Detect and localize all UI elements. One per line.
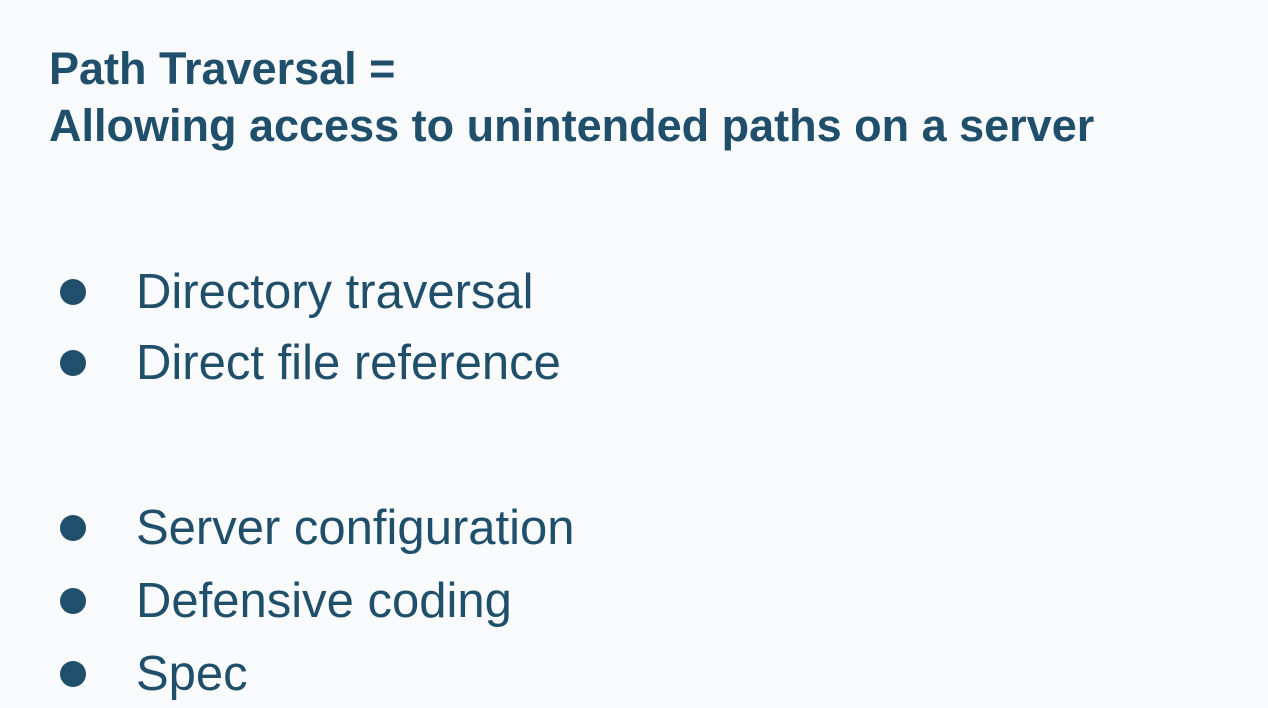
slide: Path Traversal = Allowing access to unin… bbox=[0, 0, 1268, 708]
bullet-text: Spec bbox=[136, 647, 248, 701]
bullet-text: Direct file reference bbox=[136, 336, 561, 390]
title-line-2: Allowing access to unintended paths on a… bbox=[49, 100, 1095, 151]
bullet-dot-icon bbox=[60, 350, 86, 376]
bullet-dot-icon bbox=[60, 661, 86, 687]
bullet-dot-icon bbox=[60, 588, 86, 614]
bullet-text: Directory traversal bbox=[136, 265, 534, 319]
bullet-dot-icon bbox=[60, 279, 86, 305]
title-line-1: Path Traversal = bbox=[49, 43, 396, 94]
bullet-text: Server configuration bbox=[136, 501, 575, 555]
bullet-dot-icon bbox=[60, 515, 86, 541]
slide-title: Path Traversal = Allowing access to unin… bbox=[49, 40, 1094, 154]
bullet-text: Defensive coding bbox=[136, 574, 512, 628]
